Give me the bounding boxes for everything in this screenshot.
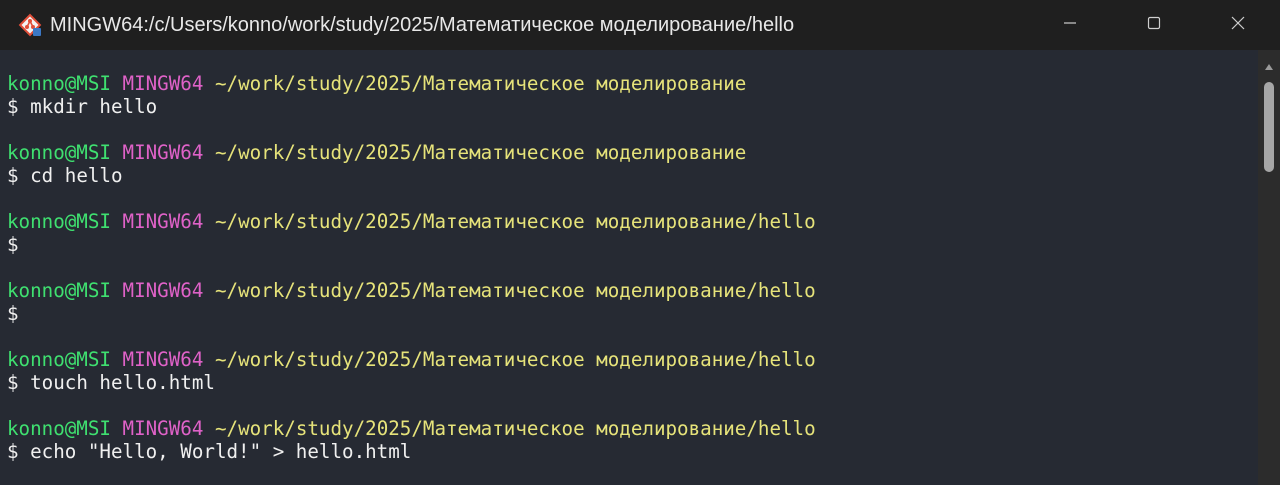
prompt-symbol: $ — [7, 164, 19, 187]
command-line: $ mkdir hello — [7, 95, 816, 118]
maximize-icon — [1147, 16, 1161, 35]
prompt-env: MINGW64 — [122, 210, 204, 233]
prompt-env: MINGW64 — [122, 348, 204, 371]
prompt-symbol: $ — [7, 440, 19, 463]
git-bash-icon — [16, 11, 44, 39]
prompt-path: ~/work/study/2025/Математическое моделир… — [214, 348, 816, 371]
prompt-line: konno@MSI MINGW64 ~/work/study/2025/Мате… — [7, 417, 816, 440]
prompt-symbol: $ — [7, 371, 19, 394]
prompt-symbol: $ — [7, 95, 19, 118]
prompt-user: konno@MSI — [7, 72, 111, 95]
title-bar[interactable]: MINGW64:/c/Users/konno/work/study/2025/М… — [0, 0, 1280, 50]
prompt-path: ~/work/study/2025/Математическое моделир… — [214, 210, 816, 233]
prompt-path: ~/work/study/2025/Математическое моделир… — [214, 72, 747, 95]
command-text: echo "Hello, World!" > hello.html — [18, 440, 412, 463]
prompt-line: konno@MSI MINGW64 ~/work/study/2025/Мате… — [7, 210, 816, 233]
window-title: MINGW64:/c/Users/konno/work/study/2025/М… — [50, 13, 795, 36]
prompt-user: konno@MSI — [7, 348, 111, 371]
command-line: $ — [7, 233, 816, 256]
command-line: $ cd hello — [7, 164, 816, 187]
minimize-button[interactable] — [1028, 0, 1112, 50]
terminal-output[interactable]: konno@MSI MINGW64 ~/work/study/2025/Мате… — [0, 50, 1258, 485]
scroll-up-arrow-icon[interactable] — [1258, 60, 1280, 74]
prompt-user: konno@MSI — [7, 279, 111, 302]
prompt-line: konno@MSI MINGW64 ~/work/study/2025/Мате… — [7, 72, 816, 95]
prompt-user: konno@MSI — [7, 141, 111, 164]
prompt-path: ~/work/study/2025/Математическое моделир… — [214, 141, 747, 164]
command-line: $ touch hello.html — [7, 371, 816, 394]
prompt-line: konno@MSI MINGW64 ~/work/study/2025/Мате… — [7, 279, 816, 302]
command-text: touch hello.html — [18, 371, 215, 394]
prompt-path: ~/work/study/2025/Математическое моделир… — [214, 279, 816, 302]
prompt-user: konno@MSI — [7, 210, 111, 233]
terminal-window: MINGW64:/c/Users/konno/work/study/2025/М… — [0, 0, 1280, 485]
prompt-symbol: $ — [7, 233, 19, 256]
prompt-user: konno@MSI — [7, 417, 111, 440]
window-controls — [1028, 0, 1280, 50]
prompt-env: MINGW64 — [122, 141, 204, 164]
command-text: mkdir hello — [18, 95, 158, 118]
scrollbar-thumb[interactable] — [1264, 82, 1274, 172]
prompt-path: ~/work/study/2025/Математическое моделир… — [214, 417, 816, 440]
prompt-symbol: $ — [7, 302, 19, 325]
command-text: cd hello — [18, 164, 123, 187]
prompt-line: konno@MSI MINGW64 ~/work/study/2025/Мате… — [7, 348, 816, 371]
close-button[interactable] — [1196, 0, 1280, 50]
close-icon — [1231, 16, 1245, 35]
vertical-scrollbar[interactable] — [1258, 50, 1280, 485]
terminal-lines: konno@MSI MINGW64 ~/work/study/2025/Мате… — [7, 72, 816, 463]
minimize-icon — [1063, 16, 1077, 35]
prompt-env: MINGW64 — [122, 279, 204, 302]
prompt-env: MINGW64 — [122, 417, 204, 440]
prompt-line: konno@MSI MINGW64 ~/work/study/2025/Мате… — [7, 141, 816, 164]
maximize-button[interactable] — [1112, 0, 1196, 50]
prompt-env: MINGW64 — [122, 72, 204, 95]
command-line: $ — [7, 302, 816, 325]
command-line: $ echo "Hello, World!" > hello.html — [7, 440, 816, 463]
